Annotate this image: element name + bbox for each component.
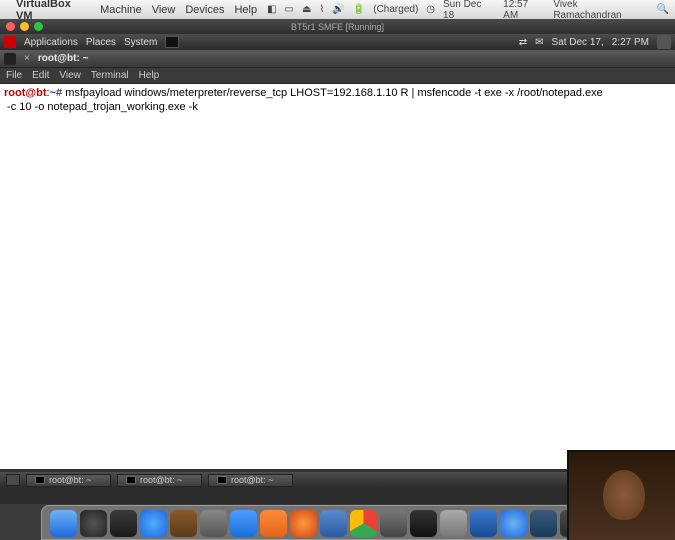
display-icon[interactable]: ▭ (285, 4, 294, 15)
battery-text: (Charged) (373, 4, 418, 15)
webcam-overlay (567, 450, 675, 540)
window-controls (6, 22, 43, 31)
window-zoom-button[interactable] (34, 22, 43, 31)
vbox-window-title: BT5r1 SMFE [Running] (291, 22, 384, 32)
notification-icon[interactable]: ✉ (535, 37, 543, 48)
network-icon[interactable]: ⇄ (519, 37, 527, 48)
word-icon[interactable] (230, 510, 257, 537)
window-close-button[interactable] (6, 22, 15, 31)
battery-icon[interactable]: 🔋 (353, 4, 365, 15)
term-menu-edit[interactable]: Edit (32, 70, 49, 81)
preview-icon[interactable] (200, 510, 227, 537)
virtualbox-icon[interactable] (320, 510, 347, 537)
terminal-icon (126, 476, 136, 484)
prompt-user: root@bt (4, 87, 47, 99)
term-menu-help[interactable]: Help (139, 70, 160, 81)
command-line-2: -c 10 -o notepad_trojan_working.exe -k (4, 101, 198, 113)
menu-machine[interactable]: Machine (100, 4, 142, 16)
terminal-window-titlebar[interactable]: × root@bt: ~ (0, 50, 675, 68)
gnome-time[interactable]: 2:27 PM (612, 37, 649, 48)
keynote-icon[interactable] (170, 510, 197, 537)
win-vm-icon[interactable] (470, 510, 497, 537)
gnome-terminal-launcher-icon[interactable] (165, 36, 179, 48)
dropbox-icon[interactable]: ◧ (267, 4, 276, 15)
menu-devices[interactable]: Devices (185, 4, 224, 16)
itunes-icon[interactable] (140, 510, 167, 537)
finder-icon[interactable] (50, 510, 77, 537)
backtrack-icon[interactable] (4, 36, 16, 48)
safari-icon[interactable] (500, 510, 527, 537)
taskbar-item-1[interactable]: root@bt: ~ (26, 474, 111, 487)
menubar-date[interactable]: Sun Dec 18 (443, 0, 495, 21)
appstore-icon[interactable] (110, 510, 137, 537)
dashboard-icon[interactable] (80, 510, 107, 537)
volume-icon[interactable]: 🔊 (332, 4, 344, 15)
eject-icon[interactable]: ⏏ (302, 4, 311, 15)
dock (41, 505, 634, 540)
window-minimize-button[interactable] (20, 22, 29, 31)
term-menu-view[interactable]: View (59, 70, 81, 81)
menubar-user[interactable]: Vivek Ramachandran (553, 0, 648, 21)
chrome-icon[interactable] (350, 510, 377, 537)
presenter-face (603, 470, 645, 520)
gnome-menu-system[interactable]: System (124, 37, 157, 48)
terminal-tab-label[interactable]: root@bt: ~ (38, 53, 89, 64)
menubar-time[interactable]: 12:57 AM (503, 0, 545, 21)
term-menu-terminal[interactable]: Terminal (91, 70, 129, 81)
firefox-icon[interactable] (290, 510, 317, 537)
taskbar-label-3: root@bt: ~ (231, 475, 273, 485)
powerpoint-icon[interactable] (260, 510, 287, 537)
terminal-menubar: File Edit View Terminal Help (0, 68, 675, 84)
backtrack-icon[interactable] (380, 510, 407, 537)
gnome-user-icon[interactable] (657, 35, 671, 49)
terminal-icon[interactable] (410, 510, 437, 537)
gnome-menu-applications[interactable]: Applications (24, 37, 78, 48)
taskbar-label-2: root@bt: ~ (140, 475, 182, 485)
command-line-1: msfpayload windows/meterpreter/reverse_t… (65, 87, 606, 99)
spotlight-icon[interactable]: 🔍 (657, 4, 669, 15)
timemachine-icon[interactable]: ◷ (426, 4, 435, 15)
gnome-date[interactable]: Sat Dec 17, (551, 37, 603, 48)
menu-help[interactable]: Help (234, 4, 257, 16)
wifi-icon[interactable]: ⌇ (319, 4, 324, 15)
mac-menubar: VirtualBox VM Machine View Devices Help … (0, 0, 675, 19)
taskbar-label-1: root@bt: ~ (49, 475, 91, 485)
vm-window-icon[interactable] (440, 510, 467, 537)
vbox-window-titlebar[interactable]: BT5r1 SMFE [Running] (0, 19, 675, 34)
terminal-body[interactable]: root@bt:~# msfpayload windows/meterprete… (0, 84, 675, 472)
gnome-menu-places[interactable]: Places (86, 37, 116, 48)
gnome-top-panel: Applications Places System ⇄ ✉ Sat Dec 1… (0, 34, 675, 50)
terminal-app-icon (4, 53, 16, 65)
terminal-icon (35, 476, 45, 484)
menu-view[interactable]: View (152, 4, 176, 16)
show-desktop-button[interactable] (6, 474, 20, 486)
taskbar-item-2[interactable]: root@bt: ~ (117, 474, 202, 487)
taskbar-item-3[interactable]: root@bt: ~ (208, 474, 293, 487)
terminal-icon (217, 476, 227, 484)
tab-close-button[interactable]: × (20, 53, 34, 64)
term-menu-file[interactable]: File (6, 70, 22, 81)
desktop-icon[interactable] (530, 510, 557, 537)
